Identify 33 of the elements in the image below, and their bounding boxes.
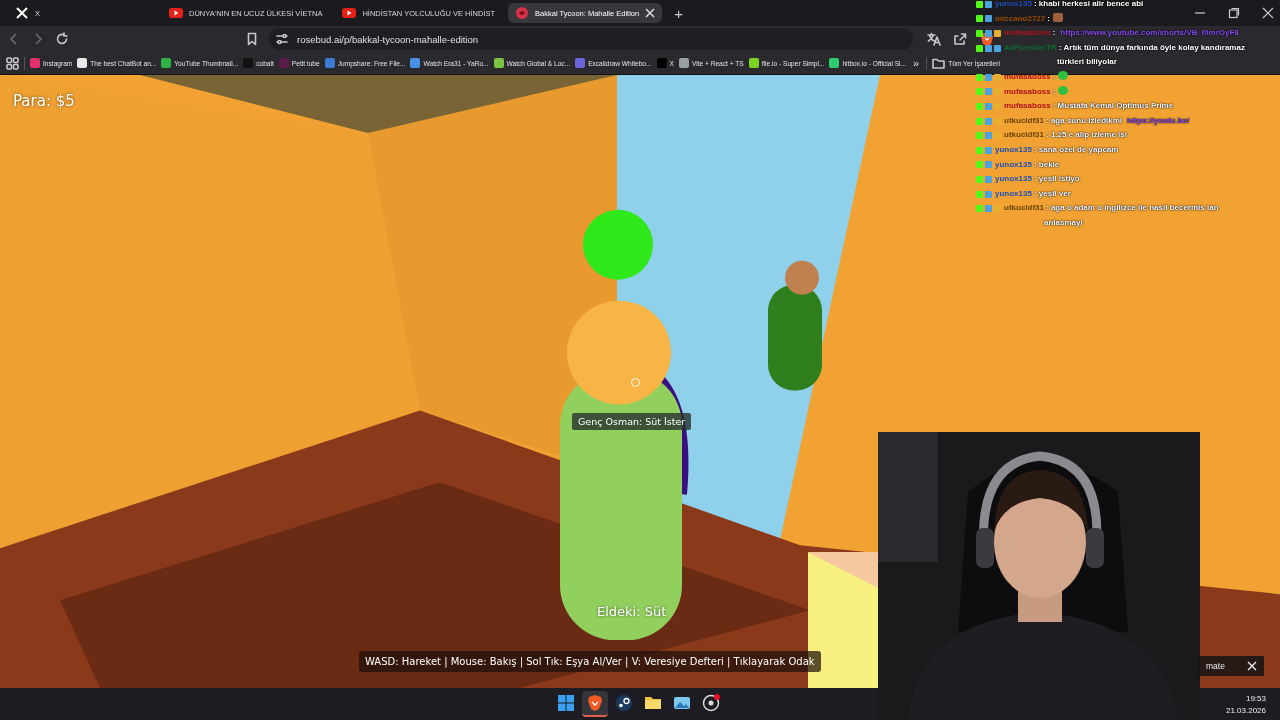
folder-icon: [932, 57, 946, 69]
chat-message: : Artık tüm dünya farkında öyle kolay kandıramaz türkleri biliyolar: [1056, 42, 1245, 67]
windows-logo-icon: [556, 693, 576, 713]
chat-colon: :: [1047, 13, 1050, 23]
chat-username: AliForesterTR: [1004, 41, 1057, 54]
record-icon: [701, 693, 721, 713]
share-icon[interactable]: [953, 32, 967, 46]
rose-logo-icon: [515, 6, 530, 20]
apps-grid-icon[interactable]: [6, 56, 19, 70]
steam-logo-icon: [614, 693, 634, 713]
chat-username: mufasaboss: [1004, 27, 1051, 40]
chat-username: yunox135: [995, 0, 1032, 10]
clock-time[interactable]: 19:53: [1245, 693, 1266, 703]
chat-message: :: [1052, 28, 1056, 38]
reload-icon[interactable]: [55, 32, 69, 46]
site-settings-icon[interactable]: [276, 33, 288, 45]
youtube-logo-icon: [342, 6, 357, 20]
emote-icon: [1052, 12, 1063, 22]
address-bar[interactable]: rosebud.ai/p/bakkal-tycoon-mahalle-edition: [269, 28, 913, 50]
close-icon[interactable]: [645, 8, 656, 18]
chat-username: miccano2727: [995, 12, 1046, 25]
more-bookmarks-button[interactable]: »: [911, 57, 922, 69]
close-icon[interactable]: [1262, 7, 1274, 19]
youtube-logo-icon: [169, 6, 183, 20]
restore-icon[interactable]: [1228, 7, 1240, 19]
translate-icon[interactable]: [927, 32, 941, 46]
bookmark-icon[interactable]: [245, 32, 259, 46]
clock-date[interactable]: 21.03.2026: [1225, 705, 1266, 715]
x-logo-icon: [15, 6, 29, 20]
taskbar-app[interactable]: [582, 691, 608, 717]
chat-message: : khabi herkesi alir bence abi: [1033, 0, 1144, 8]
new-tab-button[interactable]: +: [668, 4, 689, 22]
lion-shield-icon: [585, 693, 605, 713]
